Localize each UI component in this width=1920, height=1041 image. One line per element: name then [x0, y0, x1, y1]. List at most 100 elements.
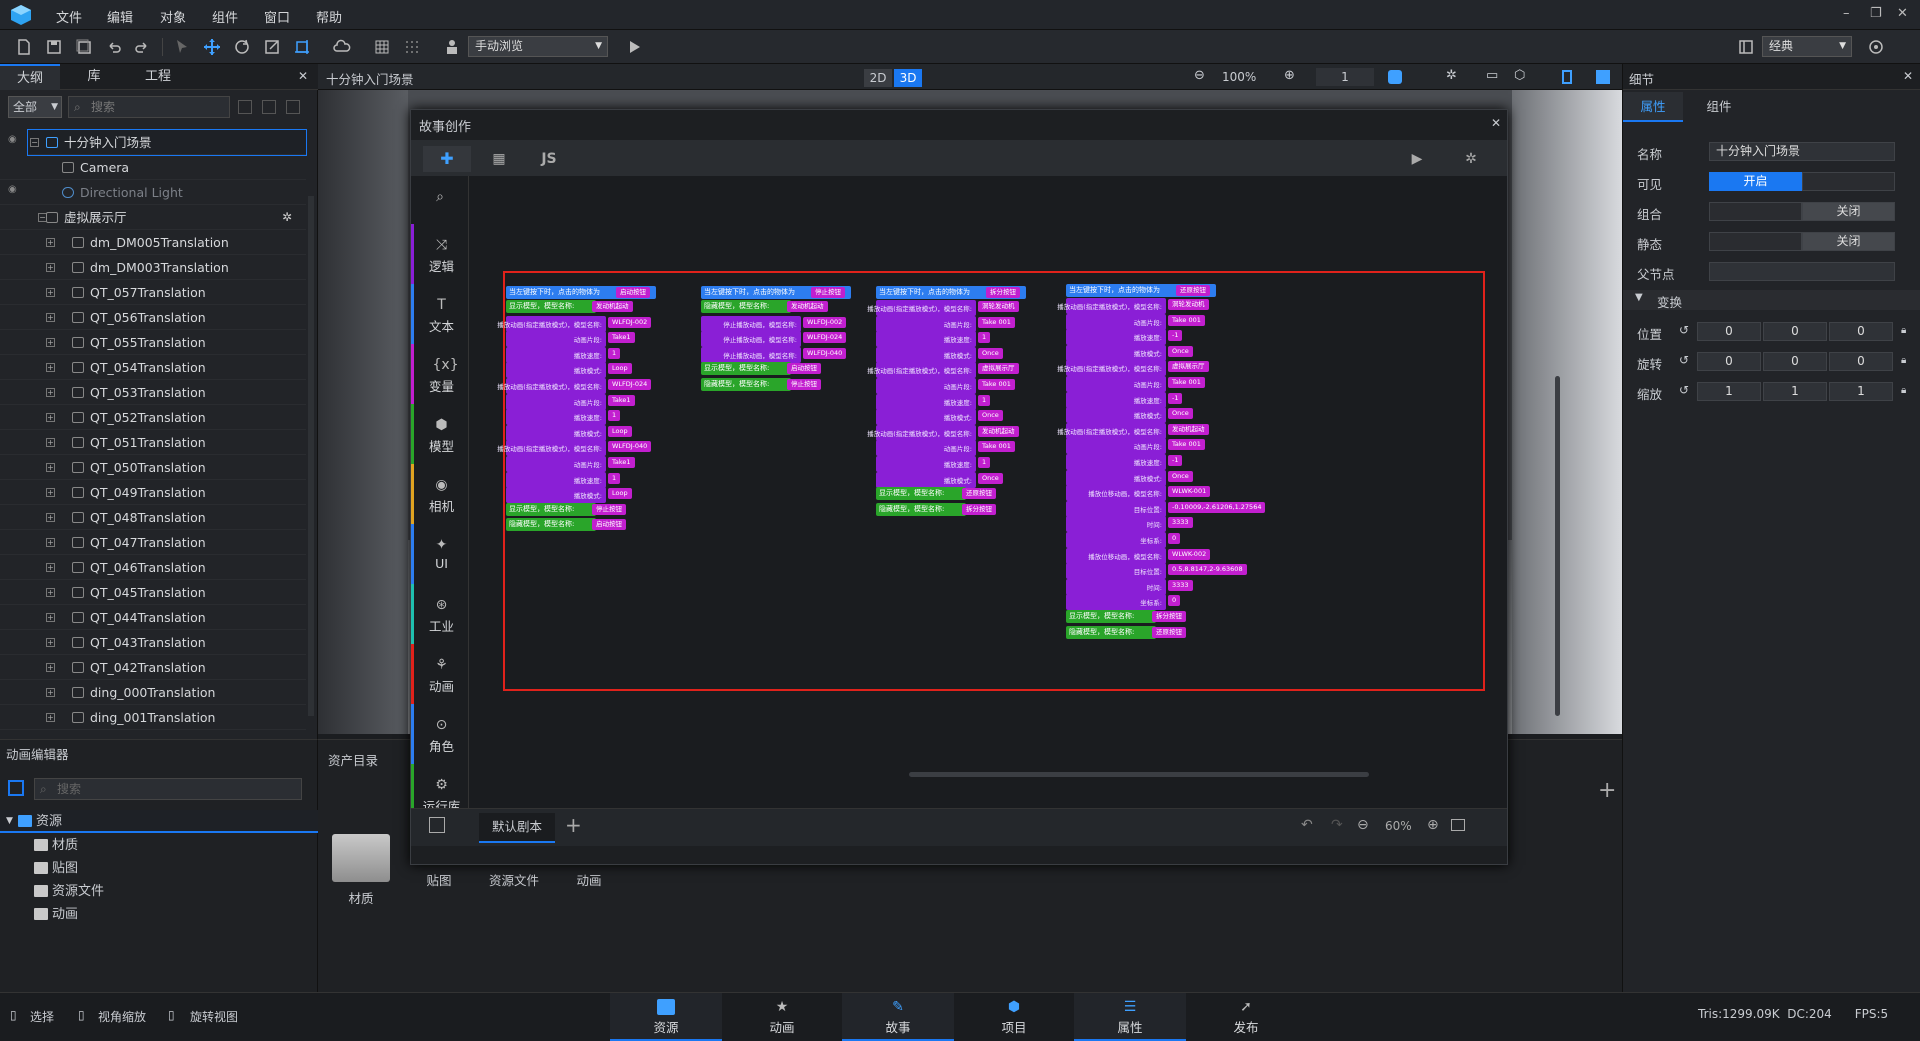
block-value[interactable]: 停止按钮 — [811, 287, 845, 298]
rotation-y[interactable]: 0 — [1763, 352, 1827, 371]
position-y[interactable]: 0 — [1763, 322, 1827, 341]
select-arrow-icon[interactable] — [172, 37, 192, 57]
panel-toggle-icon[interactable] — [8, 780, 24, 796]
block-value[interactable]: 拆分按钮 — [962, 503, 996, 515]
show-hide-block[interactable]: 隐藏模型，模型名称: — [701, 300, 791, 313]
resource-files[interactable]: 资源文件 — [0, 880, 318, 903]
tree-item[interactable]: + QT_051Translation — [0, 430, 306, 455]
tree-item[interactable]: + ding_001Translation — [0, 705, 306, 730]
asset-folder-textures[interactable]: 贴图 — [404, 870, 474, 889]
scale-y[interactable]: 1 — [1763, 382, 1827, 401]
asset-folder-resource-files[interactable]: 资源文件 — [479, 870, 549, 889]
zoom-in-icon[interactable]: ⊕ — [1284, 68, 1295, 83]
expand-toggle-icon[interactable]: + — [46, 713, 55, 722]
tree-item[interactable]: + QT_055Translation — [0, 330, 306, 355]
expand-toggle-icon[interactable]: + — [46, 513, 55, 522]
tree-item[interactable]: + QT_056Translation — [0, 305, 306, 330]
tree-item[interactable]: + QT_043Translation — [0, 630, 306, 655]
block-value[interactable]: WLFDJ-040 — [608, 441, 652, 453]
block-value[interactable]: 发动机起动 — [1168, 423, 1209, 435]
viewport-count-field[interactable]: 1 — [1316, 68, 1374, 86]
block-value[interactable]: Once — [1168, 408, 1193, 420]
block-value[interactable]: Take1 — [608, 457, 635, 468]
fullscreen-icon[interactable] — [1596, 70, 1610, 84]
play-icon[interactable] — [624, 37, 644, 57]
redo-icon[interactable] — [132, 37, 152, 57]
video-icon[interactable]: ▭ — [1486, 68, 1498, 83]
block-value[interactable]: Take1 — [608, 394, 635, 406]
zoom-in-icon[interactable]: ⊕ — [1427, 817, 1439, 833]
block-value[interactable]: Take 001 — [978, 316, 1015, 328]
block-value[interactable]: -1 — [1168, 392, 1183, 404]
block-value[interactable]: 1 — [978, 457, 991, 468]
block-value[interactable]: 1 — [978, 332, 991, 344]
settings-icon[interactable] — [1866, 37, 1886, 57]
group-toggle-on[interactable] — [1709, 202, 1802, 221]
block-value[interactable]: 1 — [608, 410, 621, 422]
zoom-out-icon[interactable]: ⊖ — [1194, 68, 1205, 83]
redo-icon[interactable]: ↷ — [1331, 817, 1343, 833]
tree-item[interactable]: + QT_048Translation — [0, 505, 306, 530]
layout-icon[interactable] — [1736, 37, 1756, 57]
block-value[interactable]: WLFDJ-002 — [608, 316, 652, 328]
outline-scrollbar[interactable] — [308, 196, 314, 716]
resource-root[interactable]: ▼ 资源 — [0, 810, 318, 833]
block-value[interactable]: 停止按钮 — [592, 503, 626, 515]
tree-item[interactable]: + QT_057Translation — [0, 280, 306, 305]
lock-icon[interactable]: 🔒︎ — [1901, 325, 1906, 336]
block-value[interactable]: -1 — [1168, 455, 1183, 466]
undo-icon[interactable]: ↶ — [1301, 817, 1313, 833]
add-asset-icon[interactable]: + — [1598, 778, 1616, 803]
camera-sync-icon[interactable] — [1388, 70, 1402, 84]
tree-item[interactable]: + QT_045Translation — [0, 580, 306, 605]
tree-item[interactable]: + dm_DM003Translation — [0, 255, 306, 280]
block-value[interactable]: WLFDJ-024 — [608, 379, 652, 390]
close-panel-icon[interactable]: ✕ — [298, 69, 308, 83]
expand-toggle-icon[interactable]: + — [46, 563, 55, 572]
block-value[interactable]: 启动按钮 — [787, 363, 821, 375]
reset-rotation-icon[interactable]: ↺ — [1679, 353, 1689, 367]
new-file-icon[interactable] — [14, 37, 34, 57]
save-all-icon[interactable] — [74, 37, 94, 57]
link-icon[interactable] — [262, 100, 276, 114]
tree-item[interactable]: + dm_DM005Translation — [0, 230, 306, 255]
close-window-icon[interactable]: ✕ — [1897, 6, 1908, 21]
tab-project[interactable]: 工程 — [128, 64, 188, 90]
expand-toggle-icon[interactable]: + — [46, 663, 55, 672]
resource-animations[interactable]: 动画 — [0, 903, 318, 926]
bottom-tab-project[interactable]: ⬢ 项目 — [958, 993, 1070, 1041]
tree-item[interactable]: + QT_042Translation — [0, 655, 306, 680]
rotate-icon[interactable] — [232, 37, 252, 57]
layout-theme-select[interactable]: 经典 ▼ — [1762, 36, 1852, 57]
position-x[interactable]: 0 — [1697, 322, 1761, 341]
tab-library[interactable]: 库 — [66, 64, 122, 90]
block-value[interactable]: Once — [978, 410, 1003, 422]
expand-toggle-icon[interactable]: + — [46, 538, 55, 547]
tree-item[interactable]: + QT_052Translation — [0, 405, 306, 430]
expand-toggle-icon[interactable]: + — [46, 388, 55, 397]
expand-toggle-icon[interactable]: + — [46, 338, 55, 347]
dots-grid-icon[interactable] — [402, 37, 422, 57]
block-value[interactable]: WLFDJ-040 — [803, 347, 847, 359]
block-value[interactable]: 拆分按钮 — [1152, 611, 1186, 622]
show-hide-block[interactable]: 隐藏模型，模型名称: — [876, 502, 966, 516]
group-toggle[interactable]: 关闭 — [1802, 202, 1895, 221]
expand-toggle-icon[interactable]: + — [46, 313, 55, 322]
cloud-icon[interactable] — [332, 37, 352, 57]
delete-icon[interactable] — [286, 100, 300, 114]
block-value[interactable]: 3333 — [1168, 579, 1193, 591]
resource-materials[interactable]: 材质 — [0, 834, 318, 857]
category-text[interactable]: T 文本 — [411, 284, 469, 344]
category-model[interactable]: ⬢ 模型 — [411, 404, 469, 464]
show-hide-block[interactable]: 隐藏模型，模型名称: — [701, 378, 791, 391]
block-value[interactable]: 发动机起动 — [978, 425, 1019, 437]
block-value[interactable]: 还原按钮 — [962, 488, 996, 500]
workspace-vscroll[interactable] — [1555, 376, 1560, 716]
rotation-z[interactable]: 0 — [1829, 352, 1893, 371]
show-hide-block[interactable]: 显示模型，模型名称: — [506, 502, 596, 516]
bottom-tab-story[interactable]: ✎ 故事 — [842, 993, 954, 1041]
fit-view-icon[interactable] — [1451, 819, 1465, 831]
close-dialog-icon[interactable]: ✕ — [1491, 116, 1501, 130]
block-value[interactable]: WLWK-002 — [1168, 548, 1211, 560]
menu-object[interactable]: 对象 — [160, 7, 186, 26]
